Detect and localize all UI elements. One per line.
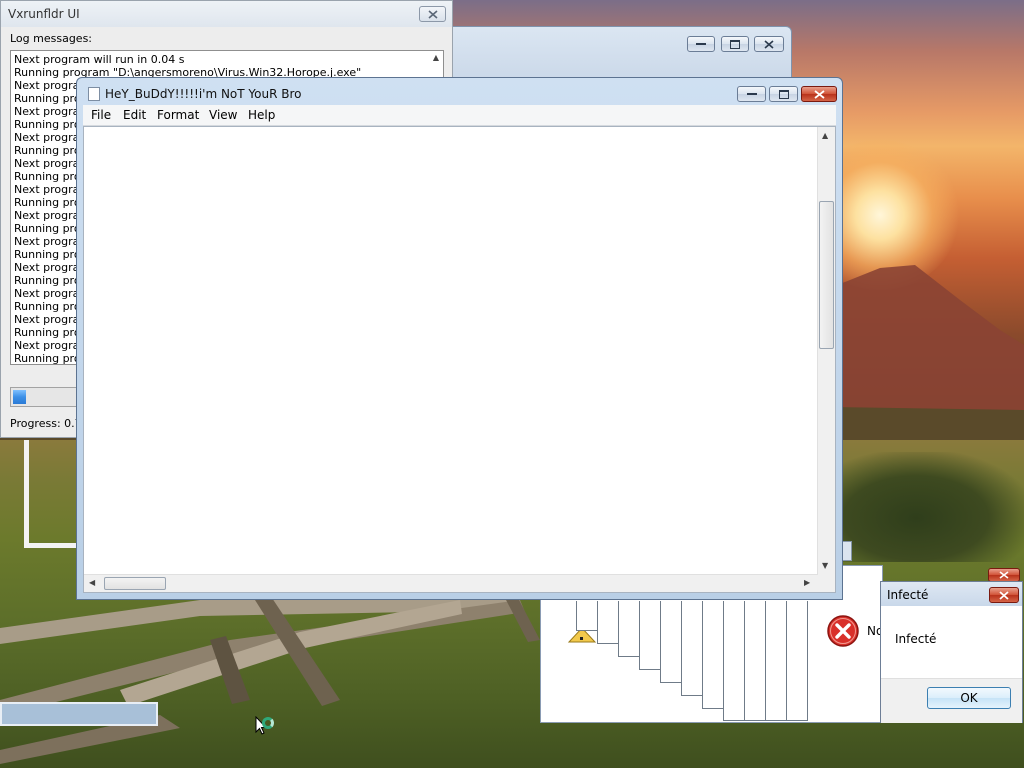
ok-button[interactable]: OK (927, 687, 1011, 709)
close-icon (427, 9, 438, 19)
infecte-dialog-footer: OK (881, 678, 1022, 723)
infecte-dialog-titlebar[interactable]: Infecté (881, 582, 1022, 606)
infecte-dialog-close-button[interactable] (989, 587, 1019, 603)
stacked-window[interactable] (786, 601, 808, 721)
stacked-window[interactable] (576, 601, 598, 631)
horizontal-scrollbar-thumb[interactable] (104, 577, 166, 590)
log-line: Next program will run in 0.04 s (14, 53, 185, 66)
background-maximize-button[interactable] (721, 36, 749, 52)
notepad-text-area[interactable]: ▲ ▼ ◀ ▶ (83, 126, 836, 593)
infecte-dialog-message: Infecté (895, 632, 937, 646)
stacked-window[interactable] (702, 601, 724, 709)
notepad-close-button[interactable] (801, 86, 837, 102)
window-outline-fragment (24, 440, 76, 548)
vxrunfldr-title: Vxrunfldr UI (8, 7, 80, 21)
background-close-button[interactable] (754, 36, 784, 52)
menu-edit[interactable]: Edit (123, 108, 146, 122)
menu-view[interactable]: View (209, 108, 237, 122)
background-minimize-button[interactable] (687, 36, 715, 52)
horizontal-scrollbar[interactable]: ◀ ▶ (84, 574, 818, 592)
scroll-right-arrow-icon[interactable]: ▶ (804, 578, 810, 587)
vertical-scrollbar[interactable]: ▲ ▼ (817, 127, 835, 575)
stacked-window[interactable] (765, 601, 787, 721)
window-edge-fragment (843, 541, 852, 561)
stacked-window[interactable] (639, 601, 661, 670)
close-icon (813, 89, 825, 99)
maximize-icon (730, 39, 740, 49)
busy-ring-icon (262, 717, 274, 729)
stacked-window[interactable] (744, 601, 766, 721)
stacked-window[interactable] (597, 601, 619, 644)
minimize-icon (746, 93, 757, 95)
maximize-icon (778, 89, 789, 99)
menu-format[interactable]: Format (157, 108, 199, 122)
stacked-window[interactable] (660, 601, 682, 683)
infecte-dialog-title: Infecté (887, 588, 929, 602)
vxrunfldr-titlebar[interactable]: Vxrunfldr UI (1, 1, 452, 27)
scroll-left-arrow-icon[interactable]: ◀ (89, 578, 95, 587)
vxrunfldr-close-button[interactable] (419, 6, 446, 22)
notepad-window[interactable]: HeY_BuDdY!!!!!i'm NoT YouR Bro File Edit… (76, 77, 843, 600)
log-messages-label: Log messages: (10, 32, 93, 45)
stacked-window[interactable] (618, 601, 640, 657)
taskbar-thumbnail[interactable] (0, 702, 158, 726)
close-icon (999, 590, 1009, 600)
minimize-icon (696, 43, 706, 45)
stacked-window[interactable] (723, 601, 745, 721)
scrollbar-corner (818, 575, 835, 592)
menu-file[interactable]: File (91, 108, 111, 122)
progress-bar-fill (13, 390, 26, 404)
notepad-menubar: File Edit Format View Help (83, 105, 836, 126)
notepad-icon (88, 87, 100, 101)
close-icon (764, 39, 774, 49)
notepad-title: HeY_BuDdY!!!!!i'm NoT YouR Bro (105, 87, 302, 101)
notepad-minimize-button[interactable] (737, 86, 766, 102)
menu-help[interactable]: Help (248, 108, 275, 122)
error-window-close-button[interactable] (988, 568, 1020, 582)
scroll-up-arrow-icon[interactable]: ▲ (822, 131, 828, 140)
scroll-up-arrow-icon[interactable]: ▲ (429, 53, 443, 67)
close-icon (999, 571, 1009, 579)
stacked-window[interactable] (681, 601, 703, 696)
notepad-maximize-button[interactable] (769, 86, 798, 102)
error-icon (827, 615, 859, 647)
scroll-down-arrow-icon[interactable]: ▼ (822, 561, 828, 570)
vertical-scrollbar-thumb[interactable] (819, 201, 834, 349)
infecte-dialog[interactable]: Infecté Infecté OK (880, 581, 1023, 723)
